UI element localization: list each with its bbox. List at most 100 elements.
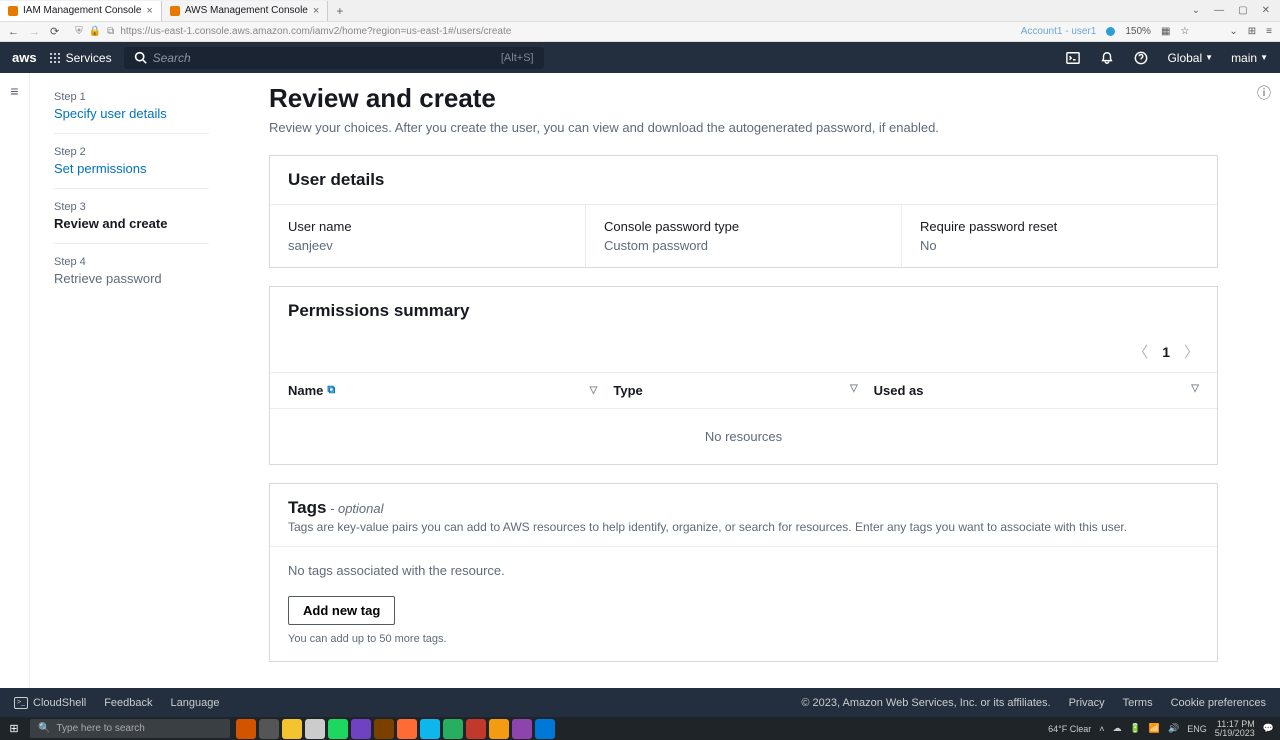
- tags-card: Tags - optional Tags are key-value pairs…: [269, 483, 1218, 662]
- tags-heading: Tags: [288, 498, 326, 517]
- minimize-icon[interactable]: —: [1214, 5, 1224, 16]
- aws-footer: >_CloudShell Feedback Language © 2023, A…: [0, 688, 1280, 717]
- volume-icon[interactable]: 🔊: [1168, 723, 1179, 734]
- grid-icon: [49, 52, 61, 64]
- main-content: Review and create Review your choices. A…: [225, 73, 1248, 688]
- permissions-card: Permissions summary 〈 1 〉 Name ⧉▽ Type▽ …: [269, 286, 1218, 465]
- region-selector[interactable]: Global▼: [1167, 51, 1213, 65]
- url-text: https://us-east-1.console.aws.amazon.com…: [120, 26, 511, 37]
- taskbar-app-icon[interactable]: [305, 719, 325, 739]
- caret-down-icon: ▼: [1205, 53, 1213, 62]
- taskbar-app-icon[interactable]: [512, 719, 532, 739]
- account-menu[interactable]: main▼: [1231, 51, 1268, 65]
- add-tag-button[interactable]: Add new tag: [288, 596, 395, 625]
- close-icon[interactable]: ×: [313, 5, 319, 17]
- tab-title: IAM Management Console: [23, 5, 141, 16]
- cookies-link[interactable]: Cookie preferences: [1171, 697, 1266, 709]
- bookmark-icon[interactable]: ☆: [1180, 26, 1189, 37]
- taskbar-clock[interactable]: 11:17 PM 5/19/2023: [1215, 720, 1255, 738]
- search-placeholder: Search: [153, 51, 495, 65]
- hamburger-icon[interactable]: ≡: [10, 83, 18, 99]
- tags-optional: - optional: [326, 501, 383, 516]
- taskbar-search[interactable]: 🔍 Type here to search: [30, 719, 230, 738]
- aws-logo[interactable]: aws: [12, 50, 37, 65]
- zoom-level[interactable]: 150%: [1125, 26, 1151, 37]
- terms-link[interactable]: Terms: [1123, 697, 1153, 709]
- feedback-link[interactable]: Feedback: [104, 697, 152, 709]
- taskbar-app-icon[interactable]: [443, 719, 463, 739]
- sort-icon[interactable]: ▽: [1191, 383, 1199, 394]
- close-icon[interactable]: ×: [146, 5, 152, 17]
- permissions-table-header: Name ⧉▽ Type▽ Used as▽: [270, 372, 1217, 408]
- pocket-icon[interactable]: ⌄: [1229, 26, 1237, 37]
- services-label: Services: [66, 51, 112, 65]
- user-details-heading: User details: [270, 156, 1217, 204]
- wifi-icon[interactable]: 📶: [1149, 723, 1160, 734]
- tray-icon[interactable]: ☁: [1113, 723, 1122, 734]
- start-button[interactable]: ⊞: [0, 717, 28, 740]
- info-icon[interactable]: ⓘ: [1257, 85, 1271, 101]
- chevron-down-icon[interactable]: ⌄: [1192, 5, 1200, 16]
- notifications-icon[interactable]: 💬: [1263, 723, 1274, 734]
- language-link[interactable]: Language: [171, 697, 220, 709]
- taskbar-app-icon[interactable]: [420, 719, 440, 739]
- tags-empty: No tags associated with the resource.: [288, 563, 1199, 578]
- new-tab-button[interactable]: +: [328, 4, 351, 18]
- browser-tab-active[interactable]: IAM Management Console ×: [0, 1, 162, 21]
- taskbar-app-icon[interactable]: [374, 719, 394, 739]
- wizard-step-2[interactable]: Step 2 Set permissions: [54, 146, 209, 189]
- pager-next-icon[interactable]: 〉: [1184, 341, 1199, 362]
- back-icon[interactable]: ←: [8, 26, 19, 38]
- windows-taskbar: ⊞ 🔍 Type here to search 64°F Clear ˄ ☁ 🔋…: [0, 717, 1280, 740]
- taskbar-app-icon[interactable]: [466, 719, 486, 739]
- require-reset-field: Require password reset No: [902, 205, 1217, 267]
- lock-icon: 🔒: [89, 26, 101, 37]
- tab-favicon: [170, 6, 180, 16]
- bell-icon[interactable]: [1099, 50, 1115, 66]
- taskbar-app-icon[interactable]: [328, 719, 348, 739]
- wizard-step-4: Step 4 Retrieve password: [54, 256, 209, 298]
- services-menu[interactable]: Services: [49, 51, 112, 65]
- cloudshell-icon[interactable]: [1065, 50, 1081, 66]
- permissions-heading: Permissions summary: [270, 287, 1217, 335]
- cloudshell-link[interactable]: >_CloudShell: [14, 697, 86, 709]
- url-input[interactable]: ⛨ 🔒 ⧉ https://us-east-1.console.aws.amaz…: [69, 26, 1011, 37]
- menu-icon[interactable]: ≡: [1266, 26, 1272, 37]
- taskbar-app-icon[interactable]: [489, 719, 509, 739]
- forward-icon: →: [29, 26, 40, 38]
- qr-icon[interactable]: ▦: [1161, 26, 1170, 37]
- tray-icon[interactable]: 🔋: [1130, 723, 1141, 734]
- maximize-icon[interactable]: ▢: [1238, 5, 1247, 16]
- help-icon[interactable]: [1133, 50, 1149, 66]
- close-icon[interactable]: ✕: [1262, 5, 1270, 16]
- wizard-sidebar: Step 1 Specify user details Step 2 Set p…: [30, 73, 225, 688]
- search-input[interactable]: Search [Alt+S]: [124, 47, 544, 69]
- search-hint: [Alt+S]: [501, 52, 534, 64]
- taskbar-app-icon[interactable]: [236, 719, 256, 739]
- tags-description: Tags are key-value pairs you can add to …: [270, 520, 1217, 546]
- pager-prev-icon[interactable]: 〈: [1133, 341, 1148, 362]
- sort-icon[interactable]: ▽: [590, 385, 598, 396]
- tray-chevron-icon[interactable]: ˄: [1099, 724, 1104, 734]
- extensions-icon[interactable]: ⊞: [1248, 26, 1256, 37]
- wizard-step-3: Step 3 Review and create: [54, 201, 209, 244]
- taskbar-app-icon[interactable]: [397, 719, 417, 739]
- privacy-link[interactable]: Privacy: [1069, 697, 1105, 709]
- browser-tab[interactable]: AWS Management Console ×: [162, 1, 328, 21]
- weather-widget[interactable]: 64°F Clear: [1048, 724, 1091, 734]
- taskbar-app-icon[interactable]: [259, 719, 279, 739]
- page-description: Review your choices. After you create th…: [269, 120, 1218, 135]
- language-indicator[interactable]: ENG: [1187, 724, 1207, 734]
- user-details-card: User details User name sanjeev Console p…: [269, 155, 1218, 268]
- wizard-step-1[interactable]: Step 1 Specify user details: [54, 91, 209, 134]
- taskbar-app-icon[interactable]: [535, 719, 555, 739]
- reload-icon[interactable]: ⟳: [50, 25, 59, 38]
- page-title: Review and create: [269, 83, 1218, 114]
- user-name-field: User name sanjeev: [270, 205, 586, 267]
- taskbar-app-icon[interactable]: [351, 719, 371, 739]
- account-label[interactable]: Account1 - user1: [1021, 26, 1097, 37]
- taskbar-app-icon[interactable]: [282, 719, 302, 739]
- permissions-empty: No resources: [270, 408, 1217, 464]
- sort-icon[interactable]: ▽: [850, 383, 858, 394]
- shield-icon: ⛨: [75, 26, 83, 37]
